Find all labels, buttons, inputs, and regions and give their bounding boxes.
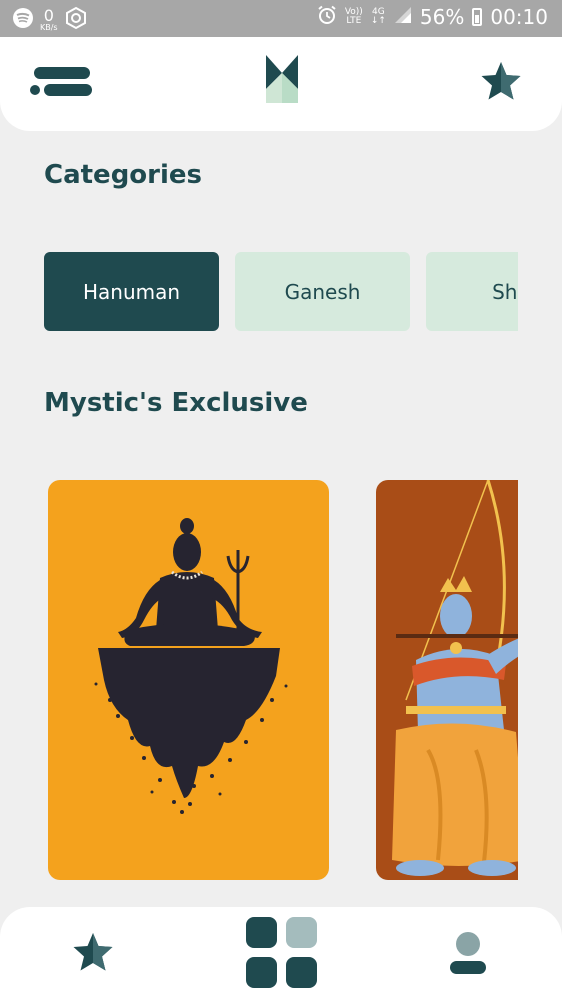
data-rate-unit: KB/s [40, 23, 58, 32]
grid-square-bottom-left [246, 957, 277, 988]
categories-title: Categories [44, 160, 203, 190]
menu-line-bottom [30, 84, 92, 96]
grid-square-top-right [286, 917, 317, 948]
category-chip-hanuman[interactable]: Hanuman [44, 252, 219, 331]
shiva-meditating-illustration [94, 518, 288, 814]
exclusive-title: Mystic's Exclusive [44, 388, 308, 418]
network-activity: ↓↑ [370, 16, 386, 26]
data-saver-icon [64, 6, 88, 34]
star-icon[interactable] [480, 60, 522, 102]
categories-list: Hanuman Ganesh Shiv [44, 252, 518, 332]
battery-icon [472, 8, 483, 26]
data-rate-value: 0 [43, 6, 54, 25]
bottom-navigation [0, 907, 562, 1000]
exclusive-card-shiva[interactable] [48, 480, 329, 880]
menu-icon[interactable] [30, 67, 94, 99]
exclusive-card-rama[interactable] [376, 480, 518, 880]
clock: 00:10 [490, 5, 548, 29]
mystic-logo [266, 55, 298, 103]
category-chip-ganesh[interactable]: Ganesh [235, 252, 410, 331]
app-header [0, 37, 562, 131]
menu-line-top [34, 67, 90, 79]
signal-icon [394, 6, 412, 28]
favorites-star-icon[interactable] [72, 931, 114, 973]
exclusive-cards [48, 480, 518, 880]
profile-icon[interactable] [448, 931, 488, 975]
grid-square-top-left [246, 917, 277, 948]
grid-square-bottom-right [286, 957, 317, 988]
data-rate: 0 KB/s [40, 8, 58, 32]
spotify-icon [12, 7, 34, 33]
volte-indicator: Vo)) LTE [345, 8, 363, 26]
grid-home-icon[interactable] [246, 917, 318, 989]
rama-archer-illustration [392, 480, 518, 876]
volte-line2: LTE [346, 16, 362, 26]
battery-percent: 56% [419, 5, 465, 29]
status-bar: 0 KB/s Vo)) LTE 4G ↓↑ 56% 00:10 [0, 0, 562, 37]
alarm-icon [317, 5, 337, 29]
category-chip-shiv[interactable]: Shiv [426, 252, 518, 331]
network-indicator: 4G ↓↑ [371, 8, 386, 26]
